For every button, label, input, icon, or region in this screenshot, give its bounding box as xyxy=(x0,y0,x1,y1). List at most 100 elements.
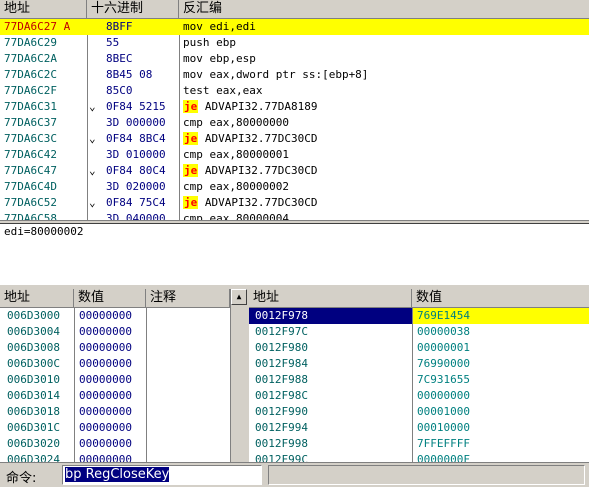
stack-value: 769E1454 xyxy=(413,308,589,324)
dump-header-value[interactable]: 数值 xyxy=(74,289,146,308)
stack-header-address[interactable]: 地址 xyxy=(249,289,412,308)
disasm-instruction: cmp eax,80000001 xyxy=(183,148,289,161)
disasm-instruction: je ADVAPI32.77DC30CD xyxy=(183,163,583,179)
disasm-instruction: test eax,eax xyxy=(183,84,263,97)
stack-header-value[interactable]: 数值 xyxy=(412,289,589,308)
dump-value: 00000000 xyxy=(79,357,132,370)
dump-row[interactable]: 006D3024 00000000 xyxy=(0,452,230,462)
disasm-hex: 0F84 5215 xyxy=(106,100,166,113)
disasm-instruction: je ADVAPI32.77DA8189 xyxy=(183,99,583,115)
disasm-row[interactable]: 77DA6C27 A 8BFF mov edi,edi xyxy=(0,19,589,35)
dump-header-comment[interactable]: 注释 xyxy=(146,289,230,308)
dump-address: 006D3008 xyxy=(7,341,60,354)
disasm-row[interactable]: 77DA6C29 55 push ebp xyxy=(0,35,589,51)
dump-row[interactable]: 006D3000 00000000 xyxy=(0,308,230,324)
status-area xyxy=(268,465,585,485)
stack-address: 0012F99C xyxy=(255,453,308,462)
stack-value: 7FFEFFFF xyxy=(417,437,470,450)
stack-row[interactable]: 0012F980 00000001 xyxy=(249,340,589,356)
dump-value: 00000000 xyxy=(79,437,132,450)
command-label: 命令: xyxy=(6,471,37,486)
dump-row[interactable]: 006D3004 00000000 xyxy=(0,324,230,340)
stack-value: 00001000 xyxy=(417,405,470,418)
disasm-row[interactable]: 77DA6C58 3D 040000 cmp eax,80000004 xyxy=(0,211,589,220)
stack-address: 0012F98C xyxy=(255,389,308,402)
disasm-row[interactable]: 77DA6C2C 8B45 08 mov eax,dword ptr ss:[ebp… xyxy=(0,67,589,83)
disasm-row[interactable]: 77DA6C2F 85C0 test eax,eax xyxy=(0,83,589,99)
dump-address: 006D3000 xyxy=(7,309,60,322)
command-input-text[interactable]: bp RegCloseKey xyxy=(65,467,170,482)
disasm-hex: 55 xyxy=(106,36,120,49)
memory-dump-pane[interactable]: 006D3000 00000000 006D3004 00000000 006D3008… xyxy=(0,308,230,462)
dump-row[interactable]: 006D301C 00000000 xyxy=(0,420,230,436)
stack-row[interactable]: 0012F984 76990000 xyxy=(249,356,589,372)
disasm-row[interactable]: 77DA6C2A 8BEC mov ebp,esp xyxy=(0,51,589,67)
disasm-row[interactable]: 77DA6C42 3D 010000 cmp eax,80000001 xyxy=(0,147,589,163)
command-bar: 命令: bp RegCloseKey xyxy=(0,462,589,487)
disasm-hex: 3D 010000 xyxy=(106,148,166,161)
dump-row[interactable]: 006D3008 00000000 xyxy=(0,340,230,356)
stack-pane[interactable]: 0012F978 769E1454 0012F97C 00000038 0012F980… xyxy=(249,308,589,462)
disasm-address: 77DA6C47 xyxy=(4,164,57,177)
dump-address: 006D300C xyxy=(7,357,60,370)
dump-address: 006D3010 xyxy=(7,373,60,386)
je-mnemonic: je xyxy=(183,164,199,177)
stack-row[interactable]: 0012F98C 00000000 xyxy=(249,388,589,404)
dump-row[interactable]: 006D3020 00000000 xyxy=(0,436,230,452)
stack-address: 0012F990 xyxy=(255,405,308,418)
disasm-row[interactable]: 77DA6C4D 3D 020000 cmp eax,80000002 xyxy=(0,179,589,195)
stack-row[interactable]: 0012F994 00010000 xyxy=(249,420,589,436)
stack-row[interactable]: 0012F99C 0000000F xyxy=(249,452,589,462)
disasm-row[interactable]: 77DA6C47 ⌄ 0F84 80C4 je ADVAPI32.77DC30CD xyxy=(0,163,589,179)
disasm-hex: 0F84 75C4 xyxy=(106,196,166,209)
dump-row[interactable]: 006D3014 00000000 xyxy=(0,388,230,404)
cpu-header-address[interactable]: 地址 xyxy=(0,0,87,19)
disasm-row[interactable]: 77DA6C31 ⌄ 0F84 5215 je ADVAPI32.77DA8189 xyxy=(0,99,589,115)
dump-value: 00000000 xyxy=(79,341,132,354)
stack-value: 0000000F xyxy=(417,453,470,462)
stack-address: 0012F978 xyxy=(249,308,412,324)
jump-arrow-icon: ⌄ xyxy=(89,196,96,209)
stack-row[interactable]: 0012F988 7C931655 xyxy=(249,372,589,388)
dump-scrollbar[interactable]: ▲ xyxy=(230,289,248,462)
dump-address: 006D3018 xyxy=(7,405,60,418)
disasm-instruction: je ADVAPI32.77DC30CD xyxy=(183,195,583,211)
stack-row[interactable]: 0012F97C 00000038 xyxy=(249,324,589,340)
stack-row[interactable]: 0012F978 769E1454 xyxy=(249,308,589,324)
dump-header-address[interactable]: 地址 xyxy=(0,289,74,308)
je-mnemonic: je xyxy=(183,132,199,145)
jump-target: ADVAPI32.77DC30CD xyxy=(198,196,318,209)
cpu-disassembly-pane[interactable]: 77DA6C27 A 8BFF mov edi,edi 77DA6C29 55 push … xyxy=(0,19,589,220)
dump-value: 00000000 xyxy=(79,373,132,386)
info-pane: edi=80000002 xyxy=(0,223,589,285)
dump-value: 00000000 xyxy=(79,453,132,462)
disasm-address: 77DA6C37 xyxy=(4,116,57,129)
disasm-row[interactable]: 77DA6C3C ⌄ 0F84 8BC4 je ADVAPI32.77DC30CD xyxy=(0,131,589,147)
jump-target: ADVAPI32.77DC30CD xyxy=(198,164,318,177)
dump-row[interactable]: 006D3018 00000000 xyxy=(0,404,230,420)
disasm-row[interactable]: 77DA6C52 ⌄ 0F84 75C4 je ADVAPI32.77DC30CD xyxy=(0,195,589,211)
disasm-row[interactable]: 77DA6C37 3D 000000 cmp eax,80000000 xyxy=(0,115,589,131)
jump-arrow-icon: ⌄ xyxy=(89,100,96,113)
cpu-header-disasm[interactable]: 反汇编 xyxy=(179,0,589,19)
dump-value: 00000000 xyxy=(79,389,132,402)
scroll-up-arrow-icon[interactable]: ▲ xyxy=(231,289,247,305)
disasm-hex: 0F84 8BC4 xyxy=(106,132,166,145)
stack-value: 00000038 xyxy=(417,325,470,338)
disasm-hex: 8BEC xyxy=(106,52,133,65)
stack-row[interactable]: 0012F990 00001000 xyxy=(249,404,589,420)
disasm-hex: 3D 020000 xyxy=(106,180,166,193)
disasm-instruction: mov edi,edi xyxy=(183,20,256,33)
stack-value: 00000000 xyxy=(417,389,470,402)
stack-value: 00010000 xyxy=(417,421,470,434)
command-input[interactable]: bp RegCloseKey xyxy=(62,465,262,485)
dump-row[interactable]: 006D300C 00000000 xyxy=(0,356,230,372)
disasm-instruction: mov eax,dword ptr ss:[ebp+8] xyxy=(183,68,369,81)
stack-row[interactable]: 0012F998 7FFEFFFF xyxy=(249,436,589,452)
cpu-header-hex[interactable]: 十六进制 xyxy=(87,0,179,19)
disasm-address: 77DA6C29 xyxy=(4,36,57,49)
disasm-instruction: cmp eax,80000002 xyxy=(183,180,289,193)
disasm-address: 77DA6C2A xyxy=(4,52,57,65)
dump-row[interactable]: 006D3010 00000000 xyxy=(0,372,230,388)
stack-value: 00000001 xyxy=(417,341,470,354)
